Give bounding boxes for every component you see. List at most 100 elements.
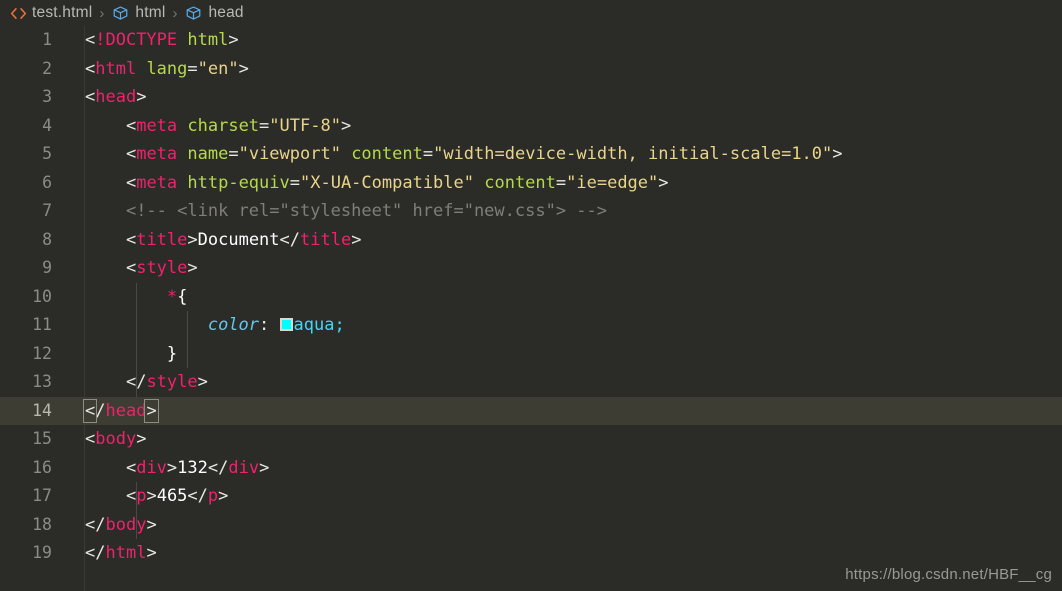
- token: </: [85, 514, 106, 535]
- token: =: [555, 172, 567, 193]
- line-number: 2: [42, 58, 52, 78]
- code-line[interactable]: 18 </body>: [0, 511, 1062, 540]
- line-number: 4: [42, 115, 52, 135]
- line-number: 9: [42, 258, 52, 277]
- breadcrumb-item-head[interactable]: head: [184, 4, 244, 23]
- code-line[interactable]: 19 </html>: [0, 539, 1062, 568]
- token: "width=device-width, initial-scale=1.0": [433, 144, 833, 164]
- code-line[interactable]: 8 <title>Document</title>: [0, 226, 1062, 255]
- token: div: [136, 457, 167, 478]
- line-content: <body>: [85, 425, 146, 454]
- line-content: <html lang="en">: [85, 55, 249, 84]
- line-number: 14: [32, 400, 52, 420]
- line-number: 1: [42, 30, 52, 49]
- token: p: [136, 486, 147, 506]
- code-line[interactable]: 5 <meta name="viewport" content="width=d…: [0, 140, 1062, 169]
- token: >: [136, 87, 147, 107]
- token: "en": [197, 58, 239, 79]
- color-swatch-aqua[interactable]: [279, 318, 293, 331]
- token-text: Document: [197, 229, 280, 250]
- symbol-module-icon: [111, 4, 130, 23]
- token: !DOCTYPE: [95, 30, 178, 50]
- line-number: 11: [32, 315, 52, 334]
- code-line[interactable]: 3 <head>: [0, 83, 1062, 112]
- breadcrumb-separator: ›: [99, 4, 105, 22]
- token: >: [146, 486, 157, 506]
- token: "X-UA-Compatible": [300, 172, 474, 193]
- line-content: <meta charset="UTF-8">: [85, 112, 351, 141]
- token: </: [85, 543, 106, 563]
- token: style: [136, 258, 188, 278]
- bracket-match-close: >: [144, 398, 159, 423]
- code-line[interactable]: 16 <div>132</div>: [0, 454, 1062, 483]
- token: >: [238, 58, 249, 79]
- token-css-value: aqua;: [293, 315, 345, 335]
- code-line[interactable]: 9 <style>: [0, 254, 1062, 283]
- code-line[interactable]: 7 <!-- <link rel="stylesheet" href="new.…: [0, 197, 1062, 226]
- token: charset: [177, 115, 260, 136]
- code-line[interactable]: 2 <html lang="en">: [0, 55, 1062, 84]
- token: content: [340, 144, 423, 164]
- token: }: [166, 343, 178, 364]
- code-line[interactable]: 6 <meta http-equiv="X-UA-Compatible" con…: [0, 169, 1062, 198]
- code-line[interactable]: 11 color: aqua;: [0, 311, 1062, 340]
- token: <: [125, 229, 137, 250]
- token: <: [125, 258, 137, 278]
- line-content: <meta name="viewport" content="width=dev…: [85, 140, 843, 169]
- line-number: 19: [32, 543, 52, 562]
- line-number: 8: [42, 229, 52, 249]
- token: div: [228, 457, 260, 478]
- code-line[interactable]: 17 <p>465</p>: [0, 482, 1062, 511]
- line-content: <meta http-equiv="X-UA-Compatible" conte…: [85, 169, 669, 198]
- token: >: [187, 258, 198, 278]
- token-css-property: color: [207, 315, 260, 335]
- token: meta: [136, 144, 178, 164]
- code-line[interactable]: 10 *{: [0, 283, 1062, 312]
- token: head: [105, 400, 147, 421]
- line-number: 15: [32, 429, 52, 448]
- token: style: [146, 372, 198, 392]
- line-number: 5: [42, 144, 52, 163]
- token: body: [95, 429, 137, 449]
- line-content: </body>: [85, 511, 157, 540]
- line-content: <head>: [85, 83, 146, 112]
- token: =: [289, 172, 300, 193]
- line-content: *{: [85, 283, 188, 312]
- line-content: </html>: [85, 539, 157, 568]
- code-line[interactable]: 15 <body>: [0, 425, 1062, 454]
- token: =: [422, 144, 434, 164]
- line-number: 17: [32, 486, 52, 505]
- code-line[interactable]: 13 </style>: [0, 368, 1062, 397]
- code-line[interactable]: 1 <!DOCTYPE html>: [0, 26, 1062, 55]
- token: </: [207, 457, 229, 478]
- breadcrumb-item-file[interactable]: test.html: [10, 4, 92, 22]
- token: >: [146, 543, 157, 563]
- token: =: [228, 144, 239, 164]
- breadcrumb-label-html: html: [135, 4, 166, 21]
- bracket-match-open: <: [82, 398, 98, 423]
- line-content: <p>465</p>: [85, 482, 228, 511]
- code-line[interactable]: 4 <meta charset="UTF-8">: [0, 112, 1062, 141]
- symbol-module-icon: [184, 4, 203, 23]
- line-number: 12: [32, 343, 52, 363]
- code-line-active[interactable]: 14 </head>: [0, 396, 1062, 426]
- line-content: </head>: [82, 397, 159, 426]
- code-line[interactable]: 12 }: [0, 340, 1062, 369]
- code-editor[interactable]: 1 <!DOCTYPE html> 2 <html lang="en"> 3 <…: [0, 26, 1062, 591]
- token: meta: [136, 115, 178, 136]
- breadcrumb-item-html[interactable]: html: [111, 4, 165, 23]
- line-content: <title>Document</title>: [85, 226, 362, 255]
- line-content: <div>132</div>: [85, 454, 269, 483]
- line-content: }: [85, 340, 177, 369]
- token: >: [340, 115, 352, 136]
- token: </: [125, 372, 147, 392]
- token: name: [177, 144, 229, 164]
